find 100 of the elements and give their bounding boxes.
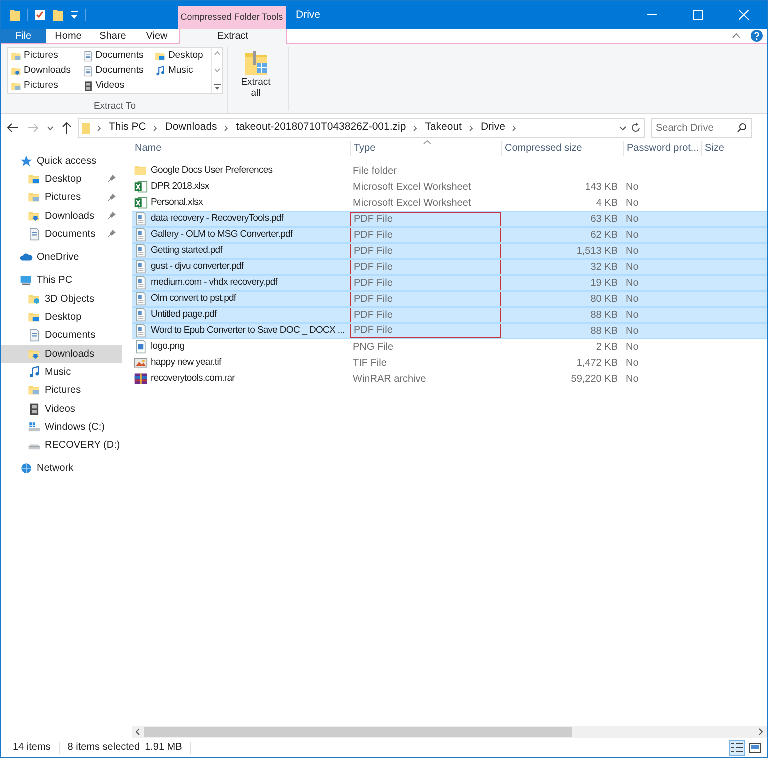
customize-dropdown-icon[interactable] xyxy=(70,10,79,20)
search-field[interactable]: Search Drive xyxy=(656,120,737,136)
column-header[interactable]: Password prot... xyxy=(623,141,701,156)
folder-icon xyxy=(11,51,22,62)
nav-item[interactable]: Desktop xyxy=(1,308,122,327)
chevron-icon[interactable] xyxy=(512,124,518,132)
column-header[interactable]: Size xyxy=(701,141,761,156)
folder-icon xyxy=(28,292,41,306)
file-row[interactable]: Personal.xlsx Microsoft Excel Worksheet 4 KB No xyxy=(132,195,767,211)
dropdown-icon[interactable] xyxy=(619,126,627,130)
destination-item[interactable]: Desktop xyxy=(155,49,211,64)
scrollbar-thumb[interactable] xyxy=(144,727,572,737)
nav-item[interactable]: This PC xyxy=(1,272,122,290)
password-status: No xyxy=(626,292,639,306)
document-icon xyxy=(82,51,94,62)
file-row[interactable]: happy new year.tif TIF File 1,472 KB No xyxy=(132,355,767,371)
file-name: Getting started.pdf xyxy=(151,244,223,258)
file-row[interactable]: Gallery - OLM to MSG Converter.pdf PDF File 62 KB No xyxy=(132,227,767,243)
help-icon[interactable] xyxy=(751,30,763,42)
folder-icon[interactable] xyxy=(9,8,21,22)
file-row[interactable]: logo.png PNG File 2 KB No xyxy=(132,339,767,355)
column-header[interactable]: Type xyxy=(350,141,501,156)
folder-icon xyxy=(28,384,41,398)
destination-item[interactable]: Music xyxy=(155,64,211,79)
nav-item[interactable]: OneDrive xyxy=(1,248,122,267)
more-icon[interactable] xyxy=(214,84,220,90)
breadcrumb[interactable]: This PC xyxy=(109,120,146,136)
computer-icon xyxy=(20,274,33,288)
collapse-ribbon-icon[interactable] xyxy=(732,33,741,39)
breadcrumb[interactable]: takeout-20180710T043826Z-001.zip xyxy=(236,120,406,136)
new-folder-icon[interactable] xyxy=(52,8,64,22)
nav-item[interactable]: Pictures xyxy=(1,382,122,400)
nav-item[interactable]: 3D Objects xyxy=(1,290,122,308)
scroll-down-icon[interactable] xyxy=(214,68,220,72)
extract-all-button[interactable]: Extract all xyxy=(236,47,276,99)
up-arrow-icon[interactable] xyxy=(62,122,72,134)
file-row[interactable]: medium.com - vhdx recovery.pdf PDF File 19 KB No xyxy=(132,275,767,291)
nav-item[interactable]: Documents xyxy=(1,326,122,345)
nav-item[interactable]: Pictures xyxy=(1,188,122,207)
recent-dropdown-icon[interactable] xyxy=(47,126,54,130)
nav-item[interactable]: Downloads xyxy=(1,206,122,226)
nav-item[interactable]: Windows (C:) xyxy=(1,418,122,436)
nav-item[interactable]: Desktop xyxy=(1,170,122,189)
file-row[interactable]: recoverytools.com.rar WinRAR archive 59,220 KB No xyxy=(132,371,767,387)
nav-item[interactable]: Downloads xyxy=(1,344,122,364)
destination-item[interactable]: Downloads xyxy=(11,64,79,79)
destination-item[interactable]: Pictures xyxy=(11,49,79,64)
column-header[interactable]: Compressed size xyxy=(501,141,623,156)
file-row[interactable]: gust - djvu converter.pdf PDF File 32 KB No xyxy=(132,259,767,275)
compressed-size: 62 KB xyxy=(590,228,618,242)
ribbon-tab[interactable]: Extract xyxy=(179,29,287,44)
destination-item[interactable]: Documents xyxy=(82,49,152,64)
pin-icon[interactable] xyxy=(108,194,116,202)
breadcrumb[interactable]: Drive xyxy=(480,120,506,136)
destination-item[interactable]: Videos xyxy=(82,79,152,94)
compressed-size: 59,220 KB xyxy=(571,372,618,386)
scroll-up-icon[interactable] xyxy=(214,51,220,56)
password-status: No xyxy=(626,308,639,322)
file-row[interactable]: data recovery - RecoveryTools.pdf PDF File 63 KB No xyxy=(132,211,767,227)
file-row[interactable]: Word to Epub Converter to Save DOC _ DOCX ... PDF File 88 KB No xyxy=(132,323,767,339)
nav-item[interactable]: RECOVERY (D:) xyxy=(1,436,122,455)
chevron-icon[interactable] xyxy=(413,124,418,132)
scroll-right-icon[interactable] xyxy=(757,728,765,736)
horizontal-scrollbar[interactable] xyxy=(132,726,767,738)
pin-icon[interactable] xyxy=(108,175,116,184)
nav-item[interactable]: Music xyxy=(1,363,122,382)
column-header[interactable]: Name xyxy=(132,141,350,156)
selection-size: 1.91 MB xyxy=(145,741,182,755)
file-type: PDF File xyxy=(354,244,393,258)
music-note-icon xyxy=(155,66,166,77)
breadcrumb[interactable]: Downloads xyxy=(165,120,218,136)
chevron-icon[interactable] xyxy=(97,124,102,132)
selection-count: 8 items selected xyxy=(68,741,140,755)
chevron-icon[interactable] xyxy=(224,124,230,132)
document-icon xyxy=(134,244,148,258)
details-view-button[interactable] xyxy=(729,740,745,756)
destination-item[interactable]: Documents xyxy=(82,64,152,79)
nav-item[interactable]: Documents xyxy=(1,225,122,244)
refresh-icon[interactable] xyxy=(631,123,641,133)
search-field[interactable]: Search Drive xyxy=(651,118,752,138)
nav-item[interactable]: Quick access xyxy=(1,152,122,170)
file-row[interactable]: Getting started.pdf PDF File 1,513 KB No xyxy=(132,243,767,259)
properties-icon[interactable] xyxy=(34,9,46,21)
breadcrumb[interactable]: Takeout xyxy=(425,120,462,136)
file-row[interactable]: Google Docs User Preferences File folder xyxy=(132,163,767,179)
nav-item[interactable]: Network xyxy=(1,460,122,478)
scroll-left-icon[interactable] xyxy=(134,728,142,736)
sort-caret-icon[interactable] xyxy=(423,140,432,145)
file-row[interactable]: Untitled page.pdf PDF File 88 KB No xyxy=(132,307,767,323)
chevron-icon[interactable] xyxy=(153,124,158,132)
nav-item[interactable]: Videos xyxy=(1,400,122,418)
pin-icon[interactable] xyxy=(108,230,116,238)
chevron-icon[interactable] xyxy=(468,124,474,132)
destination-item[interactable]: Pictures xyxy=(11,79,79,94)
file-row[interactable]: Olm convert to pst.pdf PDF File 80 KB No xyxy=(132,291,767,307)
pin-icon[interactable] xyxy=(108,212,116,220)
address-bar[interactable]: This PC Downloads takeout-20180710T043826Z-001.zip Takeout Drive xyxy=(78,118,645,138)
ribbon-tab[interactable]: File xyxy=(1,29,46,43)
back-arrow-icon[interactable] xyxy=(7,123,19,133)
file-row[interactable]: DPR 2018.xlsx Microsoft Excel Worksheet 143 KB No xyxy=(132,179,767,195)
